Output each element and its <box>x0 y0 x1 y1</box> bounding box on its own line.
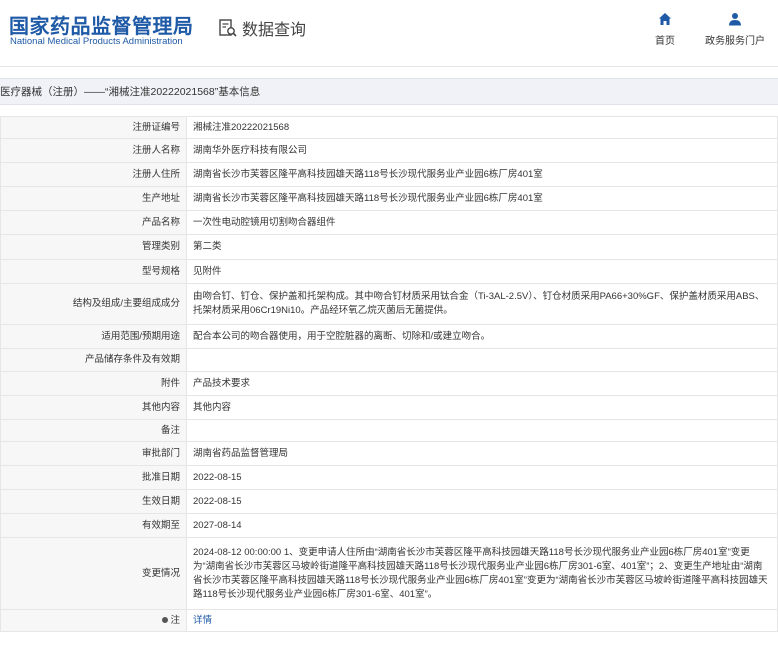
row-label-registrant-name: 注册人名称 <box>0 138 187 163</box>
header-divider <box>0 66 778 67</box>
row-label-registrant-address: 注册人住所 <box>0 162 187 187</box>
row-value-composition: 由吻合钉、钉仓、保护盖和托架构成。其中吻合钉材质采用钛合金（Ti-3AL-2.5… <box>186 283 778 325</box>
row-label-attachment: 附件 <box>0 371 187 396</box>
row-value-production-address: 湖南省长沙市芙蓉区隆平高科技园雄天路118号长沙现代服务业产业园6栋厂房401室 <box>186 186 778 211</box>
table-row-composition: 结构及组成/主要组成成分 由吻合钉、钉仓、保护盖和托架构成。其中吻合钉材质采用钛合… <box>0 283 778 325</box>
table-row-remarks: 备注 <box>0 419 778 442</box>
table-row-product-name: 产品名称 一次性电动腔镜用切割吻合器组件 <box>0 210 778 235</box>
user-icon <box>729 13 741 26</box>
row-value-change-history: 2024-08-12 00:00:00 1、变更申请人住所由“湖南省长沙市芙蓉区… <box>186 537 778 610</box>
row-value-scope-of-use: 配合本公司的吻合器使用，用于空腔脏器的离断、切除和/或建立吻合。 <box>186 324 778 349</box>
table-row-approval-date: 批准日期 2022-08-15 <box>0 465 778 490</box>
row-label-model-spec: 型号规格 <box>0 259 187 284</box>
home-icon <box>659 13 671 25</box>
row-label-reg-no: 注册证编号 <box>0 116 187 139</box>
row-label-approval-date: 批准日期 <box>0 465 187 490</box>
row-value-attachment: 产品技术要求 <box>186 371 778 396</box>
row-value-approval-date: 2022-08-15 <box>186 465 778 490</box>
site-logo-title[interactable]: 国家药品监督管理局 <box>9 10 194 39</box>
row-label-composition: 结构及组成/主要组成成分 <box>0 283 187 325</box>
nav-portal-label: 政务服务门户 <box>705 36 765 47</box>
record-detail-table: 注册证编号 湘械注准20222021568 注册人名称 湖南华外医疗科技有限公司 注册人… <box>0 116 778 632</box>
table-row-attachment: 附件 产品技术要求 <box>0 371 778 396</box>
details-link[interactable]: 详情 <box>193 615 212 626</box>
data-search-icon <box>219 19 237 37</box>
section-label: 数据查询 <box>218 16 306 40</box>
row-value-note: 详情 <box>186 609 778 632</box>
row-value-storage-validity <box>186 348 778 372</box>
row-label-production-address: 生产地址 <box>0 186 187 211</box>
nav-home-button[interactable]: 首页 <box>652 12 678 47</box>
table-row-management-class: 管理类别 第二类 <box>0 234 778 260</box>
row-label-management-class: 管理类别 <box>0 234 187 260</box>
row-value-expiry-date: 2027-08-14 <box>186 513 778 538</box>
table-row-scope-of-use: 适用范围/预期用途 配合本公司的吻合器使用，用于空腔脏器的离断、切除和/或建立吻合… <box>0 324 778 349</box>
table-row-change-history: 变更情况 2024-08-12 00:00:00 1、变更申请人住所由“湖南省长沙… <box>0 537 778 610</box>
nav-portal-button[interactable]: 政务服务门户 <box>704 12 766 47</box>
row-label-approval-dept: 审批部门 <box>0 441 187 466</box>
table-row-other-content: 其他内容 其他内容 <box>0 395 778 420</box>
table-row-storage-validity: 产品储存条件及有效期 <box>0 348 778 372</box>
row-label-scope-of-use: 适用范围/预期用途 <box>0 324 187 349</box>
row-label-change-history: 变更情况 <box>0 537 187 610</box>
location-pin-icon <box>162 616 169 623</box>
row-value-remarks <box>186 419 778 442</box>
table-row-expiry-date: 有效期至 2027-08-14 <box>0 513 778 538</box>
record-title: 医疗器械（注册）——“湘械注准20222021568”基本信息 <box>0 86 261 98</box>
row-value-management-class: 第二类 <box>186 234 778 260</box>
table-row-model-spec: 型号规格 见附件 <box>0 259 778 284</box>
row-value-reg-no: 湘械注准20222021568 <box>186 116 778 139</box>
record-title-bar: 医疗器械（注册）——“湘械注准20222021568”基本信息 <box>0 78 778 105</box>
row-label-text: 注 <box>170 614 180 626</box>
table-row-approval-dept: 审批部门 湖南省药品监督管理局 <box>0 441 778 466</box>
row-label-remarks: 备注 <box>0 419 187 442</box>
row-value-effective-date: 2022-08-15 <box>186 489 778 514</box>
table-row-registrant-address: 注册人住所 湖南省长沙市芙蓉区隆平高科技园雄天路118号长沙现代服务业产业园6栋厂… <box>0 162 778 187</box>
row-value-approval-dept: 湖南省药品监督管理局 <box>186 441 778 466</box>
row-value-registrant-address: 湖南省长沙市芙蓉区隆平高科技园雄天路118号长沙现代服务业产业园6栋厂房401室 <box>186 162 778 187</box>
site-header: 国家药品监督管理局 National Medical Products Admi… <box>0 0 778 66</box>
row-label-effective-date: 生效日期 <box>0 489 187 514</box>
row-label-product-name: 产品名称 <box>0 210 187 235</box>
site-logo-subtitle: National Medical Products Administration <box>10 36 183 47</box>
row-value-product-name: 一次性电动腔镜用切割吻合器组件 <box>186 210 778 235</box>
row-value-other-content: 其他内容 <box>186 395 778 420</box>
table-row-reg-no: 注册证编号 湘械注准20222021568 <box>0 116 778 139</box>
row-label-storage-validity: 产品储存条件及有效期 <box>0 348 187 372</box>
table-row-production-address: 生产地址 湖南省长沙市芙蓉区隆平高科技园雄天路118号长沙现代服务业产业园6栋厂房… <box>0 186 778 211</box>
table-row-effective-date: 生效日期 2022-08-15 <box>0 489 778 514</box>
row-value-model-spec: 见附件 <box>186 259 778 284</box>
row-label-expiry-date: 有效期至 <box>0 513 187 538</box>
table-row-registrant-name: 注册人名称 湖南华外医疗科技有限公司 <box>0 138 778 163</box>
section-title: 数据查询 <box>242 22 307 39</box>
row-label-note: 注 <box>0 609 187 632</box>
table-row-note: 注 详情 <box>0 609 778 632</box>
row-label-other-content: 其他内容 <box>0 395 187 420</box>
nav-home-label: 首页 <box>655 36 675 47</box>
row-value-registrant-name: 湖南华外医疗科技有限公司 <box>186 138 778 163</box>
